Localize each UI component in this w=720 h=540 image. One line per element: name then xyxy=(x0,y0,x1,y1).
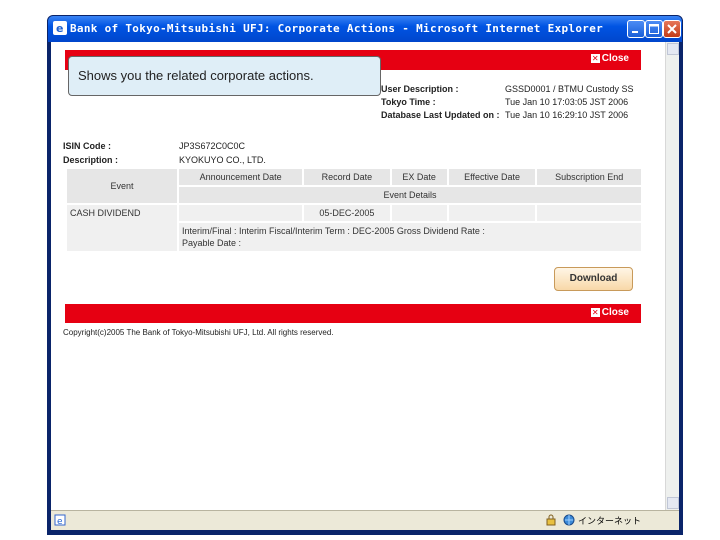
db-updated-label: Database Last Updated on : xyxy=(381,110,500,120)
events-table: Event Announcement Date Record Date EX D… xyxy=(65,167,643,253)
header-close-label: Close xyxy=(601,53,629,64)
footer-close-label: Close xyxy=(601,307,629,318)
status-bar: e インターネット xyxy=(51,510,679,530)
table-row[interactable]: CASH DIVIDEND 05-DEC-2005 xyxy=(67,205,641,251)
footer-bar: ✕ Close xyxy=(65,304,641,323)
minimize-icon xyxy=(632,31,638,33)
isin-value: JP3S672C0C0C xyxy=(179,141,246,151)
description-label: Description : xyxy=(63,155,119,165)
user-description-label: User Description : xyxy=(381,84,459,94)
security-zone-label: インターネット xyxy=(578,517,642,527)
scroll-down-button[interactable] xyxy=(667,497,679,509)
copyright-text: Copyright(c)2005 The Bank of Tokyo-Mitsu… xyxy=(63,328,334,337)
description-value: KYOKUYO CO., LTD. xyxy=(179,155,266,165)
tokyo-time-value: Tue Jan 10 17:03:05 JST 2006 xyxy=(505,97,629,107)
column-header-record-date: Record Date xyxy=(304,169,390,185)
page-content: ✕ Close User Description : GSSD0001 / BT… xyxy=(51,42,679,510)
event-details-line-1: Interim/Final : Interim Fiscal/Interim T… xyxy=(182,226,485,236)
tokyo-time-label: Tokyo Time : xyxy=(381,97,436,107)
tooltip: Shows you the related corporate actions. xyxy=(68,56,381,96)
column-header-subscription-end: Subscription End xyxy=(537,169,641,185)
svg-text:e: e xyxy=(56,22,63,35)
db-updated-value: Tue Jan 10 16:29:10 JST 2006 xyxy=(505,110,629,120)
isin-label: ISIN Code : xyxy=(63,141,112,151)
page-icon: e xyxy=(54,514,66,526)
record-date-cell: 05-DEC-2005 xyxy=(304,205,390,221)
download-button[interactable]: Download xyxy=(554,267,633,291)
maximize-button[interactable] xyxy=(645,20,663,38)
announcement-date-cell xyxy=(179,205,303,221)
user-description-value: GSSD0001 / BTMU Custody SS xyxy=(505,84,634,94)
vertical-scrollbar[interactable] xyxy=(665,42,679,510)
event-details-line-2: Payable Date : xyxy=(182,238,242,248)
internet-explorer-icon: e xyxy=(53,21,67,35)
event-details-cell: Interim/Final : Interim Fiscal/Interim T… xyxy=(179,223,641,251)
event-details-header: Event Details xyxy=(179,187,641,203)
globe-icon xyxy=(563,514,575,526)
browser-window: e Bank of Tokyo-Mitsubishi UFJ: Corporat… xyxy=(47,15,683,535)
column-header-ex-date: EX Date xyxy=(391,169,447,185)
close-icon: ✕ xyxy=(590,308,600,317)
subscription-end-cell xyxy=(537,205,641,221)
effective-date-cell xyxy=(448,205,536,221)
event-type-cell[interactable]: CASH DIVIDEND xyxy=(67,205,177,251)
window-title: Bank of Tokyo-Mitsubishi UFJ: Corporate … xyxy=(70,22,604,35)
header-close-button[interactable]: ✕ Close xyxy=(590,53,629,64)
table-header-row: Event Announcement Date Record Date EX D… xyxy=(67,169,641,203)
column-header-announcement-date: Announcement Date xyxy=(179,169,303,185)
lock-icon xyxy=(546,514,556,526)
close-window-button[interactable] xyxy=(663,20,681,38)
maximize-icon xyxy=(649,24,659,34)
column-header-effective-date: Effective Date xyxy=(448,169,536,185)
title-bar[interactable]: e Bank of Tokyo-Mitsubishi UFJ: Corporat… xyxy=(48,16,682,42)
close-icon xyxy=(667,24,677,34)
scroll-up-button[interactable] xyxy=(667,43,679,55)
ex-date-cell xyxy=(391,205,447,221)
event-column-header: Event xyxy=(67,169,177,203)
svg-text:e: e xyxy=(57,517,63,526)
close-icon: ✕ xyxy=(590,54,600,63)
minimize-button[interactable] xyxy=(627,20,645,38)
footer-close-button[interactable]: ✕ Close xyxy=(590,307,629,318)
